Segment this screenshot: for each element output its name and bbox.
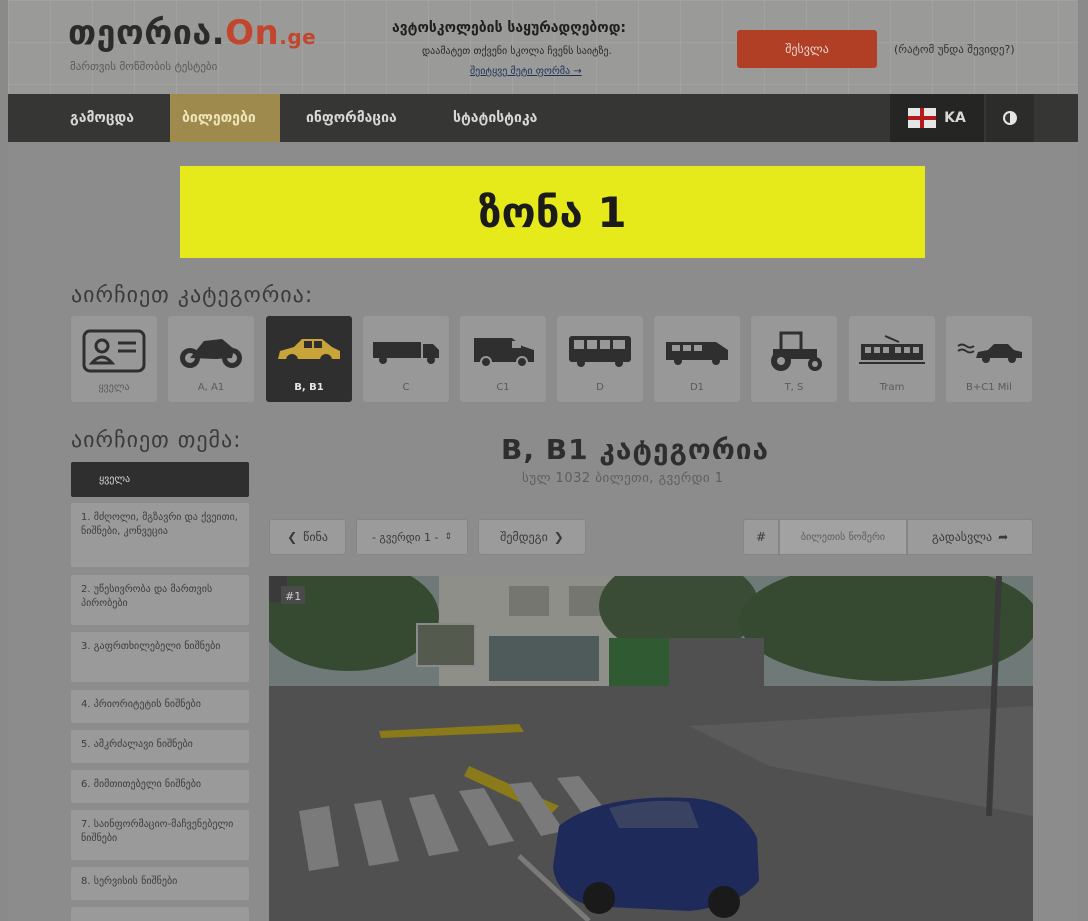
truck-icon xyxy=(371,330,441,372)
page-select-value: - გვერდი 1 - xyxy=(371,530,439,544)
car-icon xyxy=(274,330,344,372)
logo-main-text: თეორია. xyxy=(68,13,226,53)
id-card-icon xyxy=(79,329,149,373)
question-image: #1 xyxy=(269,576,1033,921)
goto-label: გადასვლა xyxy=(931,530,993,544)
contrast-icon xyxy=(1003,111,1017,125)
category-label: A, A1 xyxy=(197,382,225,393)
topic-9[interactable] xyxy=(71,907,249,921)
topic-7[interactable]: 7. საინფორმაციო-მაჩვენებელი ნიშნები xyxy=(71,810,249,860)
category-label: C1 xyxy=(496,382,510,393)
ticket-category-title: B, B1 კატეგორია xyxy=(501,433,770,466)
chevron-right-icon: ❯ xyxy=(553,530,564,544)
zone-banner: ზონა 1 xyxy=(180,166,925,258)
next-label: შემდეგი xyxy=(500,530,548,544)
category-c[interactable]: C xyxy=(363,316,449,402)
category-label: ყველა xyxy=(98,382,130,393)
topic-all[interactable]: ყველა xyxy=(71,462,249,497)
bus-icon xyxy=(565,330,635,372)
minibus-icon xyxy=(662,330,732,372)
logo-on-text: On xyxy=(225,13,280,53)
why-login-link[interactable]: (რატომ უნდა შევიდე?) xyxy=(894,43,1015,56)
topic-5[interactable]: 5. ამკრძალავი ნიშნები xyxy=(71,730,249,763)
category-label: Tram xyxy=(879,382,905,393)
van-icon xyxy=(468,330,538,372)
select-arrows-icon: ⇕ xyxy=(444,532,453,542)
category-label: T, S xyxy=(784,382,804,393)
logo-subtitle: მართვის მოწმობის ტესტები xyxy=(70,60,218,73)
contrast-toggle[interactable] xyxy=(986,94,1034,142)
topic-3[interactable]: 3. გაფრთხილებელი ნიშნები xyxy=(71,632,249,682)
site-header: თეორია.On.ge მართვის მოწმობის ტესტები ავ… xyxy=(8,0,1078,94)
category-label: D xyxy=(596,382,604,393)
prev-button[interactable]: ❮ წინა xyxy=(269,519,346,555)
category-d[interactable]: D xyxy=(557,316,643,402)
topic-2[interactable]: 2. უწესივრობა და მართვის პირობები xyxy=(71,575,249,625)
motorcycle-icon xyxy=(176,330,246,372)
logo-ge-text: .ge xyxy=(279,25,317,49)
share-arrow-icon: ➦ xyxy=(998,530,1009,544)
topic-1[interactable]: 1. მძღოლი, მგზავრი და ქვეითი, ნიშნები, კ… xyxy=(71,503,249,567)
category-b-c1-mil[interactable]: B+C1 Mil xyxy=(946,316,1032,402)
language-label: KA xyxy=(944,110,966,126)
promo-link[interactable]: შეიტყვე მეტი ფორმა → xyxy=(470,66,582,77)
category-label: D1 xyxy=(689,382,705,393)
georgia-flag-icon xyxy=(908,108,937,128)
category-b-b1[interactable]: B, B1 xyxy=(266,316,352,402)
hash-addon: # xyxy=(743,519,779,555)
language-switcher[interactable]: KA xyxy=(890,94,984,142)
military-car-icon xyxy=(954,330,1024,372)
choose-topic-title: აირჩიეთ თემა: xyxy=(71,428,242,453)
chevron-left-icon: ❮ xyxy=(287,530,298,544)
topic-8[interactable]: 8. სერვისის ნიშნები xyxy=(71,867,249,900)
page-select[interactable]: - გვერდი 1 - ⇕ xyxy=(356,519,468,555)
topic-4[interactable]: 4. პრიორიტეტის ნიშნები xyxy=(71,690,249,723)
main-nav: გამოცდა ბილეთები ინფორმაცია სტატისტიკა K… xyxy=(8,94,1078,142)
category-label: B, B1 xyxy=(294,382,324,393)
topic-6[interactable]: 6. მიმთითებელი ნიშნები xyxy=(71,770,249,803)
street-scene-illustration: #1 xyxy=(269,576,1033,921)
next-button[interactable]: შემდეგი ❯ xyxy=(478,519,586,555)
nav-item-tickets[interactable]: ბილეთები xyxy=(170,94,280,142)
ticket-count-subtitle: სულ 1032 ბილეთი, გვერდი 1 xyxy=(522,471,724,486)
category-tram[interactable]: Tram xyxy=(849,316,935,402)
ticket-number-input[interactable]: ბილეთის ნომერი xyxy=(779,519,907,555)
category-a-a1[interactable]: A, A1 xyxy=(168,316,254,402)
nav-item-information[interactable]: ინფორმაცია xyxy=(306,94,397,142)
category-all[interactable]: ყველა xyxy=(71,316,157,402)
promo-text: დაამატეთ თქვენი სკოლა ჩვენს საიტზე. xyxy=(422,46,612,57)
tram-icon xyxy=(857,330,927,372)
ticket-number-placeholder: ბილეთის ნომერი xyxy=(800,531,886,543)
goto-button[interactable]: გადასვლა ➦ xyxy=(907,519,1033,555)
photo-badge: #1 xyxy=(285,590,301,603)
category-label: B+C1 Mil xyxy=(966,382,1012,393)
prev-label: წინა xyxy=(303,530,328,544)
category-t-s[interactable]: T, S xyxy=(751,316,837,402)
nav-item-exam[interactable]: გამოცდა xyxy=(70,94,134,142)
category-c1[interactable]: C1 xyxy=(460,316,546,402)
category-label: C xyxy=(402,382,410,393)
tractor-icon xyxy=(759,330,829,372)
login-button[interactable]: შესვლა xyxy=(737,30,877,68)
promo-title: ავტოსკოლების საყურადღებოდ: xyxy=(392,20,626,36)
nav-item-statistics[interactable]: სტატისტიკა xyxy=(453,94,537,142)
page: თეორია.On.ge მართვის მოწმობის ტესტები ავ… xyxy=(8,0,1078,921)
site-logo[interactable]: თეორია.On.ge xyxy=(68,16,316,50)
choose-category-title: აირჩიეთ კატეგორია: xyxy=(71,283,314,308)
category-d1[interactable]: D1 xyxy=(654,316,740,402)
